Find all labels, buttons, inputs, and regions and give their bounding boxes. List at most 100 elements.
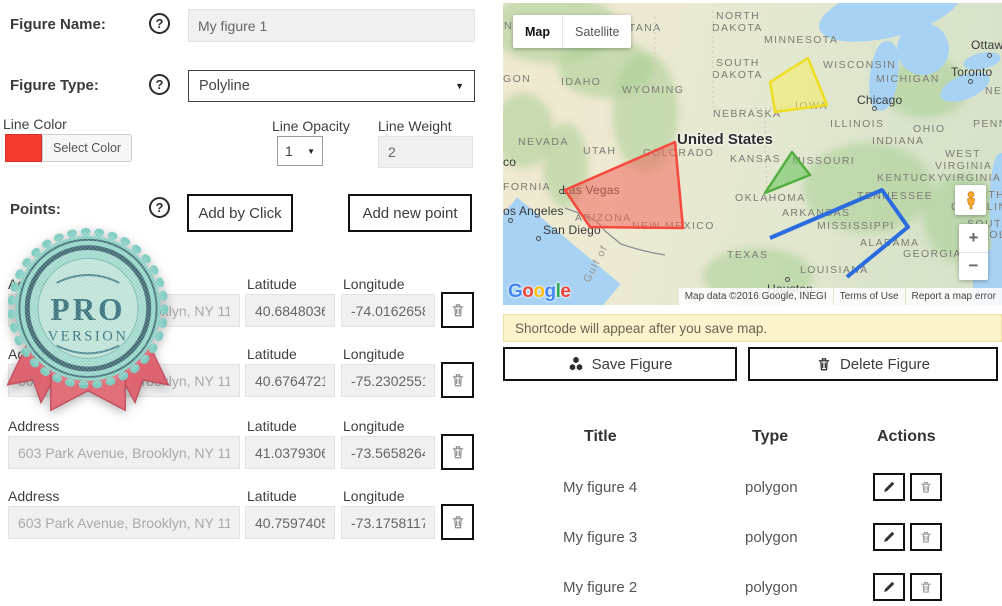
- trash-icon: [919, 530, 933, 544]
- map-label: NEVADA: [518, 136, 569, 148]
- map-label: DAKOTA: [712, 22, 763, 34]
- latitude-label: Latitude: [247, 346, 297, 362]
- map-label: COLORADO: [643, 147, 714, 159]
- line-color-label: Line Color: [3, 116, 67, 132]
- figure-title: My figure 3: [563, 529, 637, 546]
- figure-name-input[interactable]: [188, 9, 475, 42]
- point-longitude-input[interactable]: [341, 364, 435, 397]
- map-label: WISCONSIN: [823, 59, 896, 71]
- save-figure-button[interactable]: Save Figure: [503, 347, 737, 381]
- point-address-input[interactable]: [8, 436, 240, 469]
- delete-figure-row-button[interactable]: [910, 473, 942, 501]
- pencil-icon: [882, 580, 896, 594]
- address-label: Address: [8, 488, 59, 504]
- longitude-label: Longitude: [343, 488, 405, 504]
- map-label: MINNESOTA: [764, 34, 838, 46]
- delete-figure-row-button[interactable]: [910, 573, 942, 601]
- edit-figure-button[interactable]: [873, 473, 905, 501]
- latitude-label: Latitude: [247, 418, 297, 434]
- figure-type: polygon: [745, 529, 798, 546]
- map-label: GON: [503, 73, 531, 85]
- point-latitude-input[interactable]: [245, 364, 335, 397]
- map-label: WYOMING: [622, 84, 684, 96]
- shortcode-notice-text: Shortcode will appear after you save map…: [515, 321, 767, 336]
- google-logo[interactable]: Google: [508, 281, 570, 303]
- add-new-point-button[interactable]: Add new point: [348, 194, 472, 232]
- pro-version-badge: PRO VERSION: [0, 226, 178, 422]
- city-marker-icon: [987, 53, 992, 58]
- map-label: TEXAS: [727, 249, 768, 261]
- point-latitude-input[interactable]: [245, 294, 335, 327]
- map-label: KANSAS: [730, 153, 781, 165]
- delete-point-button[interactable]: [441, 362, 474, 398]
- figure-type-value: Polyline: [199, 78, 250, 94]
- delete-figure-button[interactable]: Delete Figure: [748, 347, 998, 381]
- point-address-input[interactable]: [8, 506, 240, 539]
- map-label: MICHIGAN: [876, 73, 940, 85]
- delete-point-button[interactable]: [441, 434, 474, 470]
- zoom-in-button[interactable]: +: [959, 224, 988, 252]
- trash-icon: [450, 372, 466, 388]
- latitude-label: Latitude: [247, 276, 297, 292]
- zoom-control: + −: [959, 224, 988, 280]
- point-latitude-input[interactable]: [245, 506, 335, 539]
- line-opacity-label: Line Opacity: [272, 118, 350, 134]
- pegman-control[interactable]: [955, 185, 986, 215]
- longitude-label: Longitude: [343, 346, 405, 362]
- map-figure-editor: Figure Name: ? Figure Type: ? Polyline ▼…: [0, 0, 1002, 606]
- trash-icon: [816, 356, 832, 372]
- delete-point-button[interactable]: [441, 504, 474, 540]
- edit-figure-button[interactable]: [873, 573, 905, 601]
- trash-icon: [450, 514, 466, 530]
- figure-name-label: Figure Name:: [10, 16, 106, 33]
- map-label: co: [503, 155, 516, 169]
- figure-type-select[interactable]: Polyline ▼: [188, 70, 475, 102]
- map-label: Chicago: [857, 93, 902, 107]
- map-label: FORNIA: [503, 181, 551, 193]
- map-label: KENTUCKY: [877, 172, 945, 184]
- map-type-satellite-button[interactable]: Satellite: [562, 15, 631, 48]
- line-opacity-select[interactable]: 1 ▼: [277, 136, 323, 166]
- map-copyright: Map data ©2016 Google, INEGI: [679, 288, 833, 305]
- point-longitude-input[interactable]: [341, 436, 435, 469]
- line-color-swatch[interactable]: [5, 134, 42, 162]
- map-label: MISSISSIPPI: [817, 220, 895, 232]
- map-label: ARKANSAS: [782, 207, 850, 219]
- point-latitude-input[interactable]: [245, 436, 335, 469]
- map-label: INDIANA: [872, 135, 924, 147]
- select-color-button[interactable]: Select Color: [42, 134, 132, 162]
- point-longitude-input[interactable]: [341, 294, 435, 327]
- shortcode-notice: Shortcode will appear after you save map…: [503, 314, 1002, 342]
- city-marker-icon: [785, 277, 790, 282]
- map-label: UTAH: [583, 145, 616, 157]
- report-map-error-link[interactable]: Report a map error: [906, 288, 1002, 305]
- points-label: Points:: [10, 201, 61, 218]
- line-opacity-value: 1: [285, 143, 293, 159]
- map-label: DAKOTA: [712, 69, 763, 81]
- map-label: OKLAHOMA: [735, 192, 806, 204]
- zoom-out-button[interactable]: −: [959, 252, 988, 281]
- point-longitude-input[interactable]: [341, 506, 435, 539]
- edit-figure-button[interactable]: [873, 523, 905, 551]
- points-help-icon[interactable]: ?: [149, 197, 170, 218]
- line-weight-input[interactable]: [378, 136, 473, 168]
- delete-figure-row-button[interactable]: [910, 523, 942, 551]
- map-label: Toronto: [951, 65, 992, 79]
- chevron-down-icon: ▼: [455, 81, 464, 91]
- pencil-icon: [882, 530, 896, 544]
- map-label: NEW MEXICO: [632, 220, 715, 232]
- figure-name-help-icon[interactable]: ?: [149, 13, 170, 34]
- map-label: GEORGIA: [903, 248, 962, 260]
- map-label: ILLINOIS: [830, 118, 884, 130]
- delete-point-button[interactable]: [441, 292, 474, 328]
- map-label: Ottaw: [971, 38, 1002, 52]
- map-type-map-button[interactable]: Map: [513, 15, 562, 48]
- terms-of-use-link[interactable]: Terms of Use: [834, 288, 905, 305]
- map-label: NEW: [985, 85, 1002, 97]
- figure-type: polygon: [745, 579, 798, 596]
- pencil-icon: [882, 480, 896, 494]
- add-by-click-button[interactable]: Add by Click: [187, 194, 293, 232]
- figure-type-help-icon[interactable]: ?: [149, 74, 170, 95]
- latitude-label: Latitude: [247, 488, 297, 504]
- google-map[interactable]: NGMONTANANORTHDAKOTAMINNESOTASOUTHDAKOTA…: [503, 3, 1002, 305]
